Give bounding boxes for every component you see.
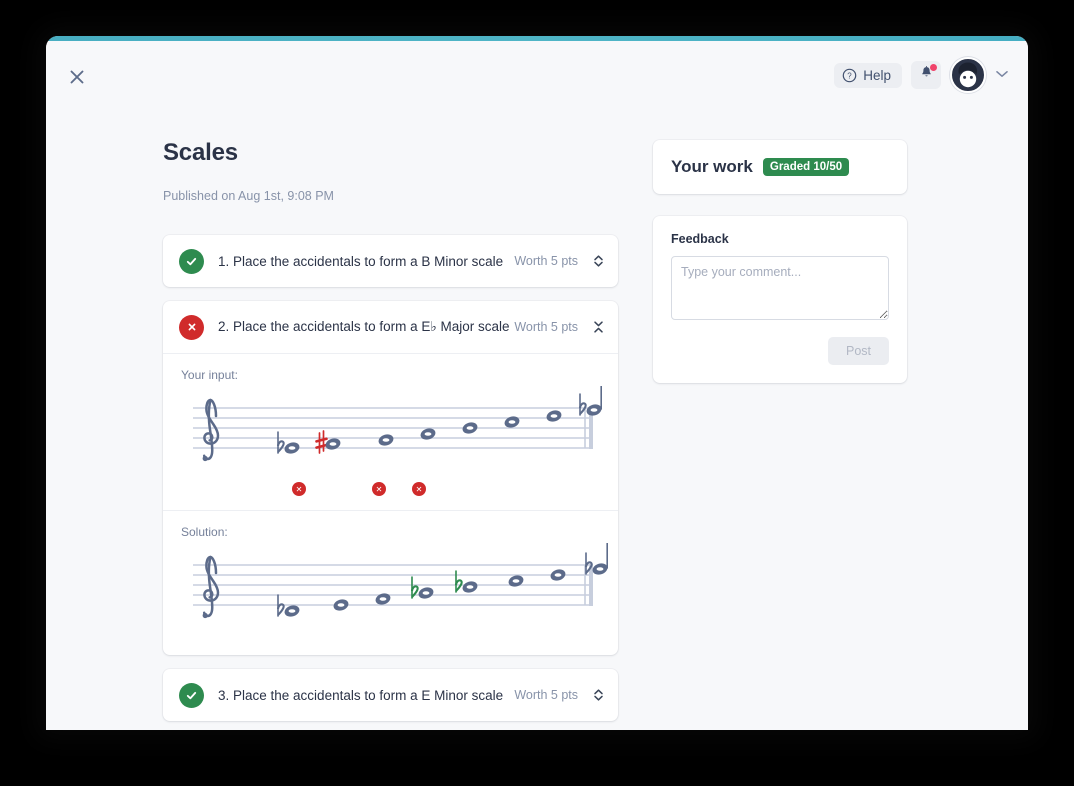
- question-list: 1. Place the accidentals to form a B Min…: [163, 235, 618, 730]
- feedback-card: Feedback Post: [653, 216, 907, 383]
- your-input-label: Your input:: [181, 368, 238, 382]
- question-worth: Worth 5 pts: [514, 688, 578, 702]
- avatar[interactable]: [950, 57, 986, 93]
- expand-collapse-icon[interactable]: [592, 688, 604, 702]
- app-window: ? Help Scales Published on Aug 1st, 9:08…: [46, 36, 1028, 730]
- error-marker: ✕: [372, 482, 386, 496]
- notifications-button[interactable]: [911, 61, 941, 89]
- svg-text:?: ?: [848, 71, 853, 80]
- top-bar: ? Help: [46, 41, 1028, 97]
- accent-bar: [46, 36, 1028, 41]
- question-circle-icon: ?: [842, 68, 857, 83]
- error-marker: ✕: [412, 482, 426, 496]
- top-bar-actions: ? Help: [834, 57, 1008, 93]
- chevron-down-icon[interactable]: [996, 70, 1008, 81]
- assignment-column: Scales Published on Aug 1st, 9:08 PM 1. …: [163, 97, 618, 730]
- status-correct-icon: [179, 682, 204, 708]
- expand-collapse-icon[interactable]: [592, 254, 604, 268]
- question-label: 3. Place the accidentals to form a E Min…: [218, 687, 504, 703]
- solution-label: Solution:: [181, 525, 228, 539]
- question-card-2: 2. Place the accidentals to form a E♭ Ma…: [163, 301, 618, 655]
- question-solution-section: Solution:: [163, 510, 618, 655]
- post-button[interactable]: Post: [827, 337, 889, 365]
- close-icon[interactable]: [66, 66, 88, 88]
- question-card-1: 1. Place the accidentals to form a B Min…: [163, 235, 618, 287]
- question-input-section: Your input: ✕ ✕ ✕: [163, 353, 618, 510]
- page-title: Scales: [163, 139, 238, 166]
- your-work-card: Your work Graded 10/50: [653, 140, 907, 194]
- screen-root: ? Help Scales Published on Aug 1st, 9:08…: [0, 0, 1074, 786]
- music-staff-solution: [193, 540, 608, 619]
- question-worth: Worth 5 pts: [514, 320, 578, 334]
- input-staff: [181, 381, 618, 490]
- question-header-3[interactable]: 3. Place the accidentals to form a E Min…: [163, 669, 618, 721]
- status-correct-icon: [179, 248, 204, 274]
- question-label: 1. Place the accidentals to form a B Min…: [218, 253, 504, 269]
- page-surface: ? Help Scales Published on Aug 1st, 9:08…: [46, 41, 1028, 730]
- solution-staff: [181, 540, 618, 643]
- expand-collapse-icon[interactable]: [592, 320, 604, 334]
- error-marker: ✕: [292, 482, 306, 496]
- question-header-2[interactable]: 2. Place the accidentals to form a E♭ Ma…: [163, 301, 618, 353]
- status-incorrect-icon: [179, 314, 204, 340]
- feedback-input[interactable]: [671, 256, 889, 320]
- question-label: 2. Place the accidentals to form a E♭ Ma…: [218, 319, 510, 334]
- question-header-1[interactable]: 1. Place the accidentals to form a B Min…: [163, 235, 618, 287]
- question-card-3: 3. Place the accidentals to form a E Min…: [163, 669, 618, 721]
- help-label: Help: [863, 67, 891, 83]
- music-staff-input: [193, 381, 602, 462]
- help-button[interactable]: ? Help: [834, 62, 902, 88]
- work-column: Your work Graded 10/50 Feedback Post: [653, 140, 907, 383]
- feedback-actions: Post: [671, 337, 889, 365]
- input-error-markers: ✕ ✕ ✕: [181, 482, 618, 498]
- your-work-title: Your work: [671, 157, 753, 176]
- status-badge: Graded 10/50: [762, 158, 850, 176]
- feedback-title: Feedback: [671, 232, 729, 246]
- question-worth: Worth 5 pts: [514, 254, 578, 268]
- notification-badge-dot: [930, 64, 937, 71]
- published-date: Published on Aug 1st, 9:08 PM: [163, 189, 334, 203]
